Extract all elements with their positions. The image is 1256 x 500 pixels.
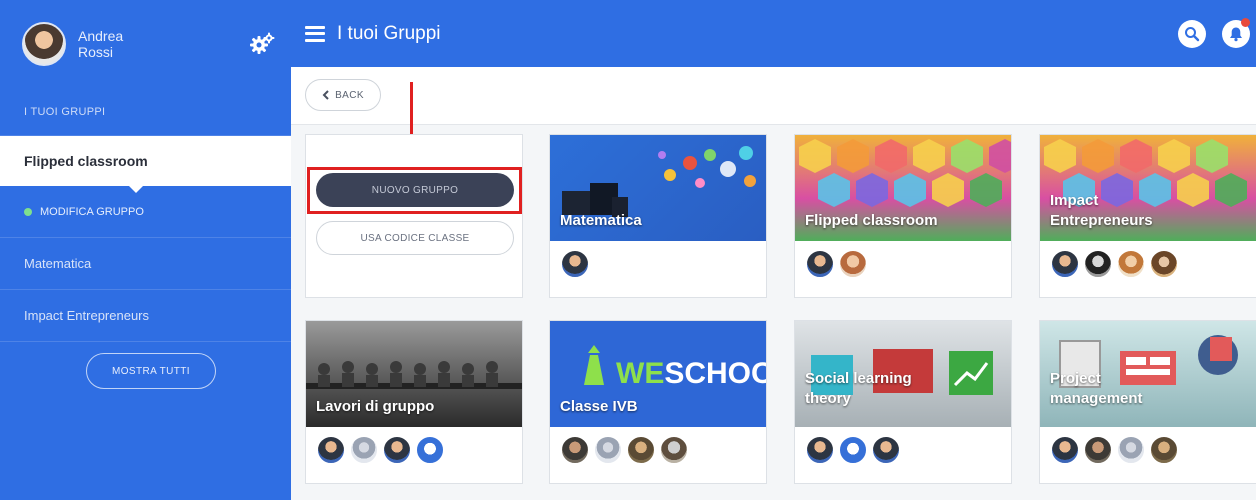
group-title-line: Social learning <box>805 370 912 387</box>
status-dot-icon <box>24 207 32 216</box>
back-label: BACK <box>335 89 364 101</box>
member-avatars <box>1050 249 1182 279</box>
avatar[interactable] <box>659 435 689 465</box>
bell-icon <box>1230 27 1242 42</box>
group-card-social-learning-theory[interactable]: Social learning theory <box>794 320 1012 484</box>
group-title: Matematica <box>560 212 642 229</box>
brand-we: WE <box>616 357 665 390</box>
avatar[interactable] <box>1116 249 1146 279</box>
avatar[interactable] <box>626 435 656 465</box>
page-title: I tuoi Gruppi <box>337 22 441 44</box>
group-title: Flipped classroom <box>805 212 938 229</box>
group-title: Lavori di gruppo <box>316 398 435 415</box>
avatar[interactable] <box>1083 435 1113 465</box>
avatar[interactable] <box>805 249 835 279</box>
search-icon <box>1185 27 1200 42</box>
avatar[interactable] <box>560 435 590 465</box>
member-avatars <box>560 435 692 465</box>
group-card-impact-entrepreneurs[interactable]: Impact Entrepreneurs <box>1039 134 1256 298</box>
sidebar-item-impact-entrepreneurs[interactable]: Impact Entrepreneurs <box>0 290 291 342</box>
group-card-flipped-classroom[interactable]: Flipped classroom <box>794 134 1012 298</box>
group-title: Social learning theory <box>805 369 912 409</box>
sidebar-item-flipped-classroom[interactable]: Flipped classroom <box>0 136 291 193</box>
group-title-line: Impact <box>1050 192 1099 209</box>
group-cover-image: Flipped classroom <box>795 135 1011 241</box>
user-first-name: Andrea <box>78 28 124 44</box>
group-card-project-management[interactable]: Project management <box>1039 320 1256 484</box>
avatar[interactable] <box>1050 249 1080 279</box>
hamburger-menu-icon[interactable] <box>305 25 325 42</box>
avatar[interactable] <box>349 435 379 465</box>
member-avatars <box>805 249 871 279</box>
group-title-line: management <box>1050 390 1143 407</box>
group-card-lavori-di-gruppo[interactable]: Lavori di gruppo <box>305 320 523 484</box>
group-cover-image: Social learning theory <box>795 321 1011 427</box>
avatar[interactable] <box>1149 435 1179 465</box>
sidebar-item-label: Flipped classroom <box>24 152 148 169</box>
sidebar-section-title: I TUOI GRUPPI <box>0 88 291 136</box>
user-avatar[interactable] <box>22 22 66 66</box>
avatar[interactable] <box>871 435 901 465</box>
avatar[interactable] <box>593 435 623 465</box>
group-title: Project management <box>1050 369 1143 409</box>
sidebar-item-label: Impact Entrepreneurs <box>24 308 150 323</box>
sidebar-item-label: MODIFICA GRUPPO <box>40 205 144 218</box>
show-all-button[interactable]: MOSTRA TUTTI <box>86 353 216 389</box>
avatar[interactable] <box>316 435 346 465</box>
sidebar-item-label: Matematica <box>24 256 92 271</box>
member-avatars <box>1050 435 1182 465</box>
brand-school: SCHOOL <box>664 357 766 390</box>
top-bar: I tuoi Gruppi <box>291 0 1256 67</box>
notifications-button[interactable] <box>1222 18 1250 48</box>
avatar[interactable] <box>1050 435 1080 465</box>
user-name: Andrea Rossi <box>78 28 123 60</box>
avatar[interactable] <box>805 435 835 465</box>
group-cover-image: Impact Entrepreneurs <box>1040 135 1256 241</box>
avatar[interactable] <box>560 249 590 279</box>
group-cover-image: Lavori di gruppo <box>306 321 522 427</box>
brand-logo-text: WESCHOOL <box>616 357 766 391</box>
new-group-card: NUOVO GRUPPO USA CODICE CLASSE <box>305 134 523 298</box>
group-title: Impact Entrepreneurs <box>1050 191 1153 231</box>
sub-toolbar: BACK <box>291 67 1256 125</box>
avatar[interactable] <box>415 435 445 465</box>
group-card-matematica[interactable]: Matematica <box>549 134 767 298</box>
sidebar-item-modifica-gruppo[interactable]: MODIFICA GRUPPO <box>0 186 291 238</box>
group-title: Classe IVB <box>560 398 638 415</box>
group-card-classe-ivb[interactable]: WESCHOOL Classe IVB <box>549 320 767 484</box>
group-title-line: Project <box>1050 370 1101 387</box>
member-avatars <box>805 435 904 465</box>
member-avatars <box>316 435 448 465</box>
avatar[interactable] <box>1116 435 1146 465</box>
avatar[interactable] <box>838 249 868 279</box>
user-last-name: Rossi <box>78 44 114 60</box>
group-cover-image: Matematica <box>550 135 766 241</box>
avatar[interactable] <box>382 435 412 465</box>
annotation-highlight-box <box>307 167 522 214</box>
gears-icon[interactable] <box>248 30 276 58</box>
avatar[interactable] <box>1083 249 1113 279</box>
notification-badge <box>1241 18 1250 27</box>
annotation-arrow-shaft <box>410 82 413 138</box>
sidebar-item-matematica[interactable]: Matematica <box>0 238 291 290</box>
avatar[interactable] <box>1149 249 1179 279</box>
search-button[interactable] <box>1178 20 1206 48</box>
group-cover-image: WESCHOOL Classe IVB <box>550 321 766 427</box>
user-block[interactable]: Andrea Rossi <box>0 0 291 88</box>
avatar[interactable] <box>838 435 868 465</box>
use-class-code-button[interactable]: USA CODICE CLASSE <box>316 221 514 255</box>
group-title-line: theory <box>805 390 851 407</box>
group-cover-image: Project management <box>1040 321 1256 427</box>
chevron-left-icon <box>322 90 329 100</box>
sidebar: Andrea Rossi I TUOI GRUPPI Flipped class… <box>0 0 291 500</box>
member-avatars <box>560 249 593 279</box>
group-title-line: Entrepreneurs <box>1050 212 1153 229</box>
back-button[interactable]: BACK <box>305 79 381 111</box>
